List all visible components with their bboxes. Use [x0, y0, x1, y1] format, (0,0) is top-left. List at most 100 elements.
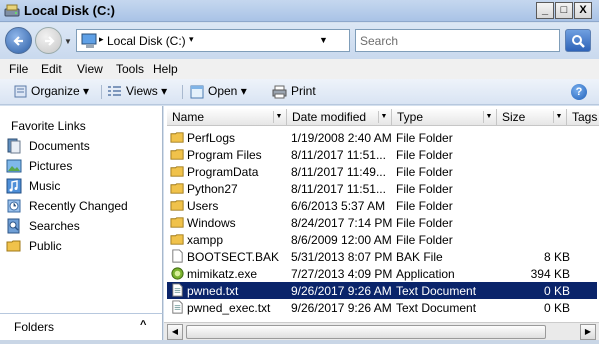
horizontal-scrollbar[interactable]: ◀ ▶ — [164, 322, 599, 340]
chevron-right-icon[interactable]: ▸ — [99, 34, 104, 45]
file-date: 8/11/2017 11:49... — [291, 165, 386, 179]
address-bar[interactable]: ▸ Local Disk (C:) ▾ ▼ → — [76, 29, 424, 52]
window-bottom-edge — [0, 340, 599, 344]
column-header-name[interactable]: Name ▼ — [167, 109, 287, 126]
sidebar-item-public[interactable]: Public — [6, 237, 156, 255]
music-icon — [6, 178, 22, 194]
file-name: Windows — [187, 216, 236, 230]
scroll-left-button[interactable]: ◀ — [167, 324, 183, 340]
chevron-down-icon[interactable]: ▾ — [189, 34, 194, 45]
file-row[interactable]: xampp 8/6/2009 12:00 AM File Folder — [167, 231, 597, 248]
searches-icon — [7, 218, 20, 234]
address-row: ▼ ▸ Local Disk (C:) ▾ ▼ → Search — [0, 23, 599, 59]
folder-icon — [170, 183, 184, 194]
column-header-type[interactable]: Type ▼ — [392, 109, 497, 126]
file-name: Program Files — [187, 148, 262, 162]
file-row[interactable]: mimikatz.exe 7/27/2013 4:09 PM Application… — [167, 265, 597, 282]
column-header-tags[interactable]: Tags — [567, 109, 599, 126]
file-type: File Folder — [396, 148, 453, 162]
sidebar-item-label: Music — [29, 179, 61, 193]
file-row[interactable]: pwned.txt 9/26/2017 9:26 AM Text Document 0… — [166, 281, 598, 300]
file-list: Name ▼ Date modified ▼ Type ▼ Size ▼ Tags Pe… — [164, 106, 599, 322]
sidebar-item-label: Recently Changed — [29, 199, 128, 213]
scroll-thumb[interactable] — [186, 325, 546, 339]
folder-icon — [170, 149, 184, 160]
file-name: PerfLogs — [187, 131, 236, 145]
folder-icon — [170, 200, 184, 211]
open-button[interactable]: Open ▾ — [190, 84, 247, 99]
command-toolbar: Organize ▾ Views ▾ Open ▾ Print ? — [0, 79, 599, 105]
open-label: Open — [208, 84, 238, 98]
views-button[interactable]: Views ▾ — [107, 84, 167, 98]
menu-help[interactable]: Help — [153, 62, 178, 76]
column-header-date[interactable]: Date modified ▼ — [287, 109, 392, 126]
column-header-label: Name — [172, 110, 205, 124]
toolbar-separator — [182, 85, 183, 99]
chevron-down-icon[interactable]: ▼ — [378, 111, 389, 123]
chevron-down-icon[interactable]: ▼ — [273, 111, 284, 123]
file-row[interactable]: BOOTSECT.BAK 5/31/2013 8:07 PM BAK File 8 K… — [167, 248, 597, 265]
file-date: 9/26/2017 9:26 AM — [291, 284, 392, 298]
file-size: 0 KB — [543, 284, 570, 298]
file-date: 7/27/2013 4:09 PM — [291, 267, 393, 281]
forward-button[interactable] — [35, 27, 62, 54]
text-file-icon — [172, 283, 183, 297]
folder-icon — [170, 234, 184, 245]
recent-pages-dropdown[interactable]: ▼ — [64, 37, 72, 46]
folder-icon — [170, 217, 184, 228]
sidebar-item-music[interactable]: Music — [6, 177, 156, 195]
file-row[interactable]: Windows 8/24/2017 7:14 PM File Folder — [167, 214, 597, 231]
file-row[interactable]: Program Files 8/11/2017 11:51... File Fold… — [167, 146, 597, 163]
file-type: File Folder — [396, 216, 453, 230]
chevron-down-icon[interactable]: ▼ — [483, 111, 494, 123]
file-type: Text Document — [396, 284, 477, 298]
minimize-button[interactable]: _ — [536, 2, 554, 19]
menu-view[interactable]: View — [77, 62, 103, 76]
views-icon — [108, 86, 121, 97]
file-row[interactable]: ProgramData 8/11/2017 11:49... File Folder — [167, 163, 597, 180]
menu-file[interactable]: File — [9, 62, 28, 76]
search-button[interactable] — [565, 29, 591, 52]
chevron-down-icon[interactable]: ▼ — [553, 111, 564, 123]
file-row[interactable]: Users 6/6/2013 5:37 AM File Folder — [167, 197, 597, 214]
scroll-right-button[interactable]: ▶ — [580, 324, 596, 340]
organize-button[interactable]: Organize ▾ — [14, 84, 89, 98]
menu-tools[interactable]: Tools — [116, 62, 144, 76]
maximize-button[interactable]: □ — [555, 2, 573, 19]
file-size: 394 KB — [530, 267, 570, 281]
file-name: Users — [187, 199, 219, 213]
print-button[interactable]: Print — [272, 84, 316, 99]
sidebar-item-pictures[interactable]: Pictures — [6, 157, 156, 175]
column-header-label: Date modified — [292, 110, 367, 124]
column-header-label: Tags — [572, 110, 598, 124]
sidebar-item-documents[interactable]: Documents — [6, 137, 156, 155]
sidebar-item-recently-changed[interactable]: Recently Changed — [6, 197, 156, 215]
sidebar-item-searches[interactable]: Searches — [6, 217, 156, 235]
close-button[interactable]: X — [574, 2, 592, 19]
file-type: Application — [396, 267, 455, 281]
menu-edit[interactable]: Edit — [41, 62, 62, 76]
address-dropdown-icon[interactable]: ▼ — [319, 35, 328, 45]
search-input[interactable]: Search — [355, 29, 560, 52]
search-icon — [572, 35, 585, 48]
file-date: 8/11/2017 11:51... — [291, 148, 386, 162]
file-name: xampp — [187, 233, 224, 247]
file-type: File Folder — [396, 182, 453, 196]
help-button[interactable]: ? — [571, 84, 587, 100]
documents-icon — [7, 138, 21, 154]
folders-toggle[interactable]: Folders ^ — [0, 313, 163, 340]
back-button[interactable] — [5, 27, 32, 54]
printer-icon — [272, 85, 287, 99]
text-file-icon — [172, 300, 183, 314]
column-header-size[interactable]: Size ▼ — [497, 109, 567, 126]
file-row[interactable]: pwned_exec.txt 9/26/2017 9:26 AM Text Docu… — [167, 299, 597, 316]
file-name: BOOTSECT.BAK — [187, 250, 280, 264]
sidebar-item-label: Public — [29, 239, 62, 253]
file-row[interactable]: PerfLogs 1/19/2008 2:40 AM File Folder — [167, 129, 597, 146]
file-name: pwned.txt — [187, 284, 239, 298]
file-row[interactable]: Python27 8/11/2017 11:51... File Folder — [167, 180, 597, 197]
arrow-left-icon — [13, 36, 23, 46]
search-placeholder: Search — [360, 34, 399, 48]
app-icon — [171, 267, 184, 280]
public-folder-icon — [6, 240, 21, 252]
